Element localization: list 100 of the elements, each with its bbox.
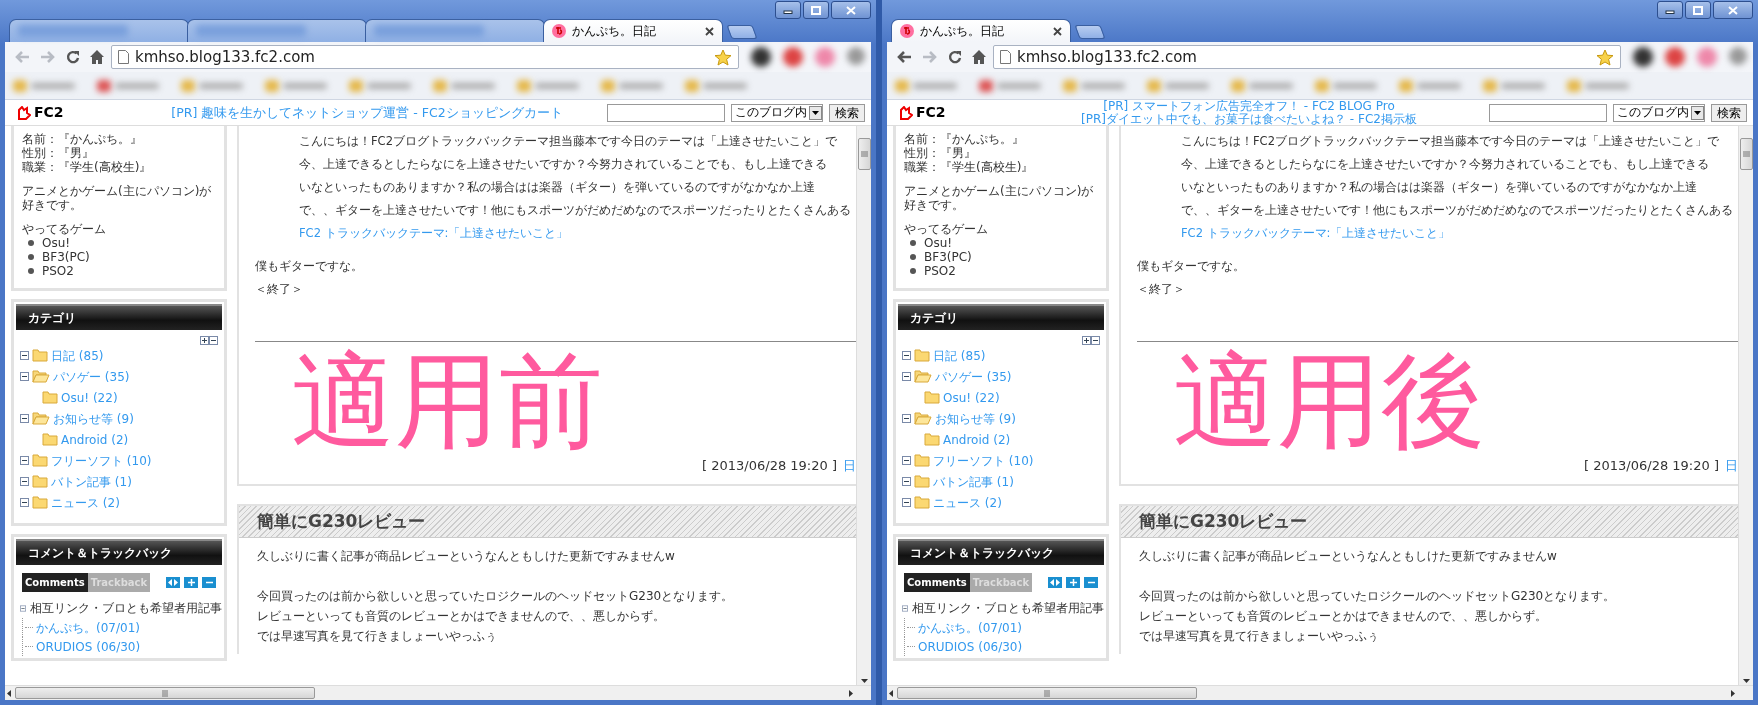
scroll-right-icon[interactable] — [1731, 689, 1735, 697]
comments-tab[interactable]: Comments — [22, 573, 88, 592]
category-link[interactable]: Android (2) — [943, 430, 1011, 449]
bullet-icon — [28, 268, 34, 274]
category-link[interactable]: フリーソフト (10) — [933, 451, 1034, 470]
ad-link[interactable]: [PR] スマートフォン広告完全オフ！ - FC2 BLOG Pro — [1103, 100, 1395, 113]
scroll-right-icon[interactable] — [849, 689, 853, 697]
star-icon[interactable] — [714, 48, 732, 66]
scroll-down-icon[interactable] — [860, 679, 868, 683]
expand-all-icon[interactable] — [200, 336, 209, 345]
address-bar[interactable]: kmhso.blog133.fc2.com — [111, 45, 739, 69]
collapse-all-icon[interactable] — [1091, 336, 1100, 345]
collapse-icon[interactable] — [20, 477, 29, 486]
collapse-icon[interactable] — [902, 414, 911, 423]
ad-link[interactable]: [PR] 趣味を生かしてネットショップ運営 - FC2ショッピングカート — [171, 107, 563, 118]
collapse-icon[interactable] — [902, 498, 911, 507]
collapse-button[interactable] — [202, 577, 216, 588]
collapse-button[interactable] — [1084, 577, 1098, 588]
search-field[interactable] — [607, 103, 725, 122]
expand-button[interactable] — [1066, 577, 1080, 588]
theme-link[interactable]: FC2 トラックバックテーマ:「上達させたいこと」 — [299, 226, 569, 240]
scroll-thumb[interactable] — [897, 687, 1197, 699]
post-text: 僕もギターですな。 — [255, 258, 364, 275]
url-text: kmhso.blog133.fc2.com — [1017, 46, 1198, 68]
close-icon[interactable] — [1053, 26, 1062, 36]
maximize-button[interactable] — [1685, 1, 1711, 19]
scroll-down-icon[interactable] — [1742, 679, 1750, 683]
category-link[interactable]: ニュース (2) — [51, 493, 120, 512]
new-tab-button[interactable] — [1074, 25, 1106, 39]
category-link[interactable]: バトン記事 (1) — [933, 472, 1014, 491]
category-link[interactable]: Osu! (22) — [943, 388, 1000, 407]
collapse-icon[interactable] — [20, 414, 29, 423]
ad-link[interactable]: [PR]ダイエット中でも、お菓子は食べたいよね？ - FC2掲示板 — [1081, 112, 1417, 126]
scroll-thumb[interactable] — [15, 687, 315, 699]
horizontal-scrollbar[interactable] — [5, 685, 871, 700]
vertical-scrollbar[interactable] — [856, 126, 871, 685]
collapse-icon[interactable] — [20, 351, 29, 360]
category-link[interactable]: お知らせ等 (9) — [53, 409, 134, 428]
collapse-icon[interactable] — [902, 351, 911, 360]
star-icon[interactable] — [1596, 48, 1614, 66]
collapse-icon[interactable] — [20, 456, 29, 465]
close-icon[interactable] — [705, 26, 714, 36]
search-button[interactable]: 検索 — [1711, 103, 1747, 122]
address-bar[interactable]: kmhso.blog133.fc2.com — [993, 45, 1621, 69]
expand-button[interactable] — [184, 577, 198, 588]
category-link[interactable]: バトン記事 (1) — [51, 472, 132, 491]
browser-tab[interactable]: かんぷち。日記 — [891, 19, 1071, 42]
category-link[interactable]: パソゲー (35) — [935, 367, 1012, 386]
tab-title: かんぷち。日記 — [920, 23, 1005, 40]
scroll-thumb[interactable] — [857, 138, 871, 170]
category-link[interactable]: 日 — [1725, 456, 1738, 476]
vertical-scrollbar[interactable] — [1738, 126, 1753, 685]
category-link[interactable]: ニュース (2) — [933, 493, 1002, 512]
blog-favicon-icon — [552, 24, 566, 38]
close-button[interactable] — [1713, 1, 1753, 19]
category-link[interactable]: 日記 (85) — [51, 346, 104, 365]
collapse-icon[interactable] — [20, 372, 29, 381]
theme-link[interactable]: FC2 トラックバックテーマ:「上達させたいこと」 — [1181, 226, 1451, 240]
category-link[interactable]: お知らせ等 (9) — [935, 409, 1016, 428]
category-link[interactable]: Osu! (22) — [61, 388, 118, 407]
close-button[interactable] — [831, 1, 871, 19]
comments-tab[interactable]: Comments — [904, 573, 970, 592]
browser-tab[interactable]: かんぷち。日記 — [543, 19, 723, 42]
page-icon — [1000, 50, 1011, 64]
comment-link[interactable]: ORUDIOS (06/30) — [918, 637, 1023, 656]
maximize-button[interactable] — [803, 1, 829, 19]
comment-link[interactable]: かんぷち。(07/01) — [36, 618, 140, 637]
comment-link[interactable]: かんぷち。(07/01) — [918, 618, 1022, 637]
search-scope-select[interactable]: このブログ内 — [1613, 103, 1705, 122]
browser-tab[interactable] — [9, 19, 189, 42]
category-link[interactable]: 日記 (85) — [933, 346, 986, 365]
grip-icon — [860, 151, 868, 157]
minimize-button[interactable] — [1657, 1, 1683, 19]
collapse-icon[interactable] — [902, 477, 911, 486]
toggle-button[interactable] — [1048, 577, 1062, 588]
category-link[interactable]: フリーソフト (10) — [51, 451, 152, 470]
post-text: 久しぶりに書く記事が商品レビューというなんともしけた更新ですみませんw — [1139, 548, 1558, 565]
plus-icon — [187, 579, 195, 586]
toggle-button[interactable] — [166, 577, 180, 588]
open-folder-icon — [914, 370, 932, 383]
scroll-left-icon[interactable] — [7, 689, 11, 697]
search-field[interactable] — [1489, 103, 1607, 122]
new-tab-button[interactable] — [726, 25, 758, 39]
search-scope-select[interactable]: このブログ内 — [731, 103, 823, 122]
category-link[interactable]: Android (2) — [61, 430, 129, 449]
comment-link[interactable]: ORUDIOS (06/30) — [36, 637, 141, 656]
category-link[interactable]: 日 — [843, 456, 856, 476]
collapse-icon[interactable] — [902, 372, 911, 381]
browser-tab[interactable] — [365, 19, 545, 42]
collapse-icon[interactable] — [902, 456, 911, 465]
horizontal-scrollbar[interactable] — [887, 685, 1753, 700]
browser-tab[interactable] — [187, 19, 367, 42]
category-link[interactable]: パソゲー (35) — [53, 367, 130, 386]
scroll-left-icon[interactable] — [889, 689, 893, 697]
collapse-icon[interactable] — [20, 498, 29, 507]
collapse-all-icon[interactable] — [209, 336, 218, 345]
minimize-button[interactable] — [775, 1, 801, 19]
search-button[interactable]: 検索 — [829, 103, 865, 122]
scroll-thumb[interactable] — [1739, 138, 1753, 170]
expand-all-icon[interactable] — [1082, 336, 1091, 345]
